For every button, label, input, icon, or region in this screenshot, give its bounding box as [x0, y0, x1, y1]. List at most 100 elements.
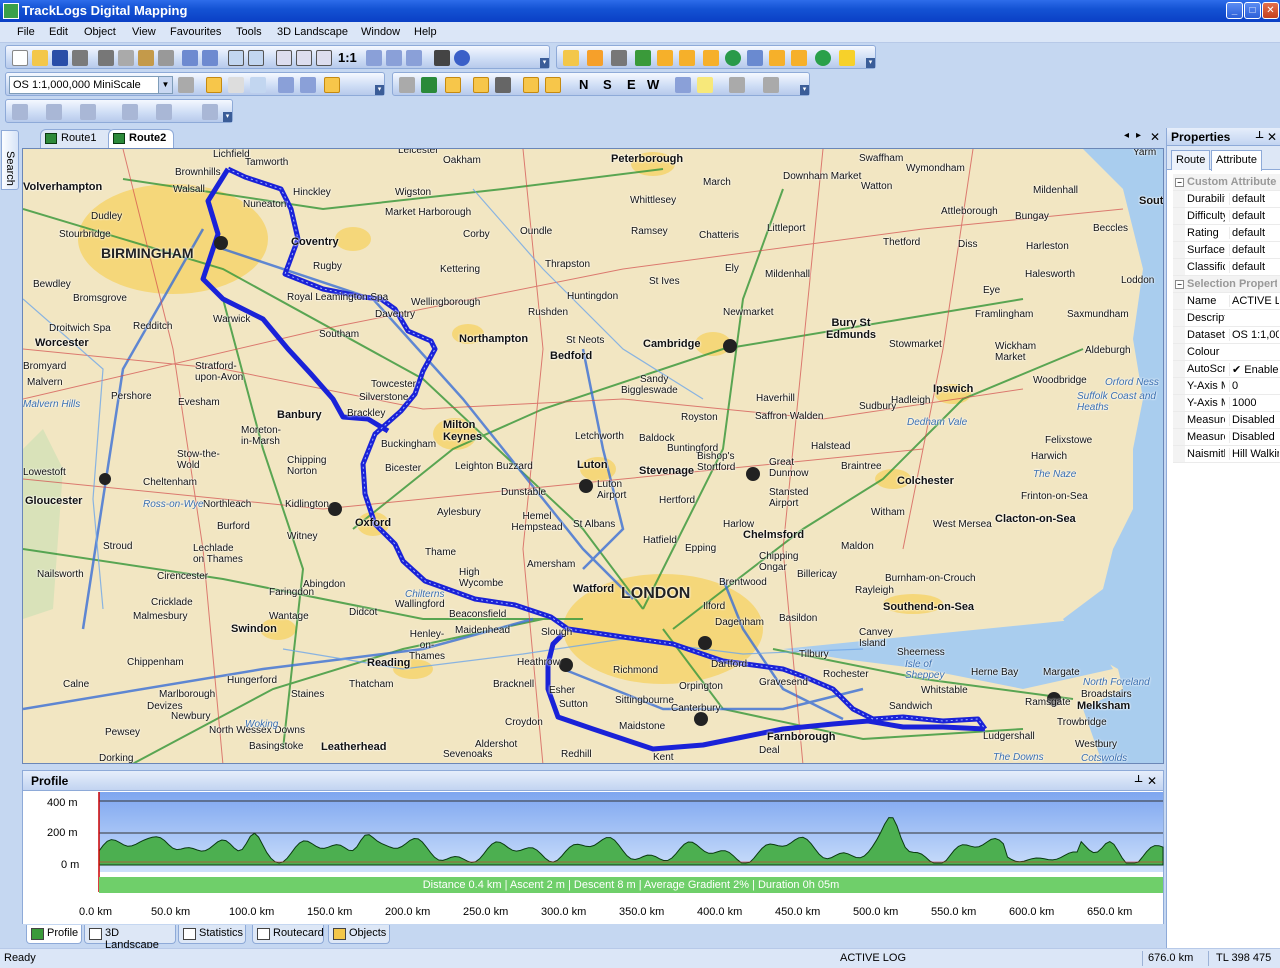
print-icon[interactable]: [72, 50, 88, 66]
tab-route1[interactable]: Route1: [40, 129, 114, 148]
chevron-down-icon[interactable]: ▼: [158, 77, 172, 93]
swap-icon[interactable]: [278, 77, 294, 93]
property-value[interactable]: 0: [1229, 380, 1279, 392]
toolbar-options-icon[interactable]: ▾: [866, 58, 875, 68]
property-value[interactable]: default: [1229, 261, 1279, 273]
next-icon[interactable]: [406, 50, 422, 66]
paste-icon[interactable]: [138, 50, 154, 66]
property-value[interactable]: 1000: [1229, 397, 1279, 409]
menu-edit[interactable]: Edit: [49, 26, 68, 38]
favourite-star-icon[interactable]: [839, 50, 855, 66]
west-button[interactable]: W: [647, 77, 659, 92]
property-row[interactable]: Colour: [1173, 344, 1280, 361]
maximize-button[interactable]: □: [1244, 2, 1261, 19]
brush-icon[interactable]: [46, 104, 62, 120]
dots-icon[interactable]: [545, 77, 561, 93]
camera-icon[interactable]: [473, 77, 489, 93]
waypoint-lock-icon[interactable]: [523, 77, 539, 93]
property-row[interactable]: Dataset OS 1:1,000,000: [1173, 327, 1280, 344]
collapse-icon[interactable]: −: [1175, 280, 1184, 289]
toolbar-options-icon[interactable]: ▾: [223, 112, 232, 122]
new-icon[interactable]: [12, 50, 28, 66]
tab-scroll-right-icon[interactable]: ▸: [1136, 130, 1141, 141]
close-icon[interactable]: ✕: [1147, 774, 1157, 788]
copy-icon[interactable]: [118, 50, 134, 66]
menu-help[interactable]: Help: [414, 26, 437, 38]
web-icon[interactable]: [815, 50, 831, 66]
toolbar-options-icon[interactable]: ▾: [540, 58, 549, 68]
property-value[interactable]: default: [1229, 227, 1279, 239]
zoom-in-icon[interactable]: [228, 50, 244, 66]
north-button[interactable]: N: [579, 77, 588, 92]
tab-3d-landscape[interactable]: 3D Landscape: [84, 925, 176, 951]
map-scale-select[interactable]: OS 1:1,000,000 MiniScale ▼: [9, 76, 173, 94]
save-icon[interactable]: [52, 50, 68, 66]
transfer-icon[interactable]: [791, 50, 807, 66]
property-value[interactable]: Disabled: [1229, 414, 1279, 426]
property-value[interactable]: default: [1229, 210, 1279, 222]
property-row[interactable]: Y-Axis Min 0: [1173, 378, 1280, 395]
tab-objects[interactable]: Objects: [328, 925, 390, 944]
lightbulb-icon[interactable]: [697, 77, 713, 93]
pin-icon[interactable]: ⊥: [1255, 130, 1264, 141]
property-row[interactable]: Surface default: [1173, 242, 1280, 259]
minimize-button[interactable]: _: [1226, 2, 1243, 19]
tab-attribute[interactable]: Attribute: [1211, 150, 1262, 171]
globe-icon[interactable]: [725, 50, 741, 66]
collapse-icon[interactable]: −: [1175, 178, 1184, 187]
tab-statistics[interactable]: Statistics: [178, 925, 246, 944]
tab-route[interactable]: Route: [1171, 150, 1211, 170]
tab-route2[interactable]: Route2: [108, 129, 174, 149]
property-row[interactable]: Measure Disabled: [1173, 412, 1280, 429]
tab-close-icon[interactable]: ✕: [1150, 130, 1160, 144]
marker-icon[interactable]: [156, 104, 172, 120]
shape-icon[interactable]: [202, 104, 218, 120]
elevation-icon[interactable]: [729, 77, 745, 93]
menu-object[interactable]: Object: [84, 26, 116, 38]
find-icon[interactable]: [703, 50, 719, 66]
property-row[interactable]: Measure Disabled: [1173, 429, 1280, 446]
fill-icon[interactable]: [122, 104, 138, 120]
property-row[interactable]: Difficulty default: [1173, 208, 1280, 225]
routecard-icon[interactable]: [657, 50, 673, 66]
landscape-icon[interactable]: [635, 50, 651, 66]
property-value[interactable]: ACTIVE LOG: [1229, 295, 1279, 307]
folder-icon[interactable]: [563, 50, 579, 66]
property-row[interactable]: Classification default: [1173, 259, 1280, 276]
stop-icon[interactable]: [386, 50, 402, 66]
zoom-select-icon[interactable]: [316, 50, 332, 66]
route-mode-icon[interactable]: [324, 77, 340, 93]
menu-favourites[interactable]: Favourites: [170, 26, 221, 38]
east-button[interactable]: E: [627, 77, 636, 92]
close-icon[interactable]: ✕: [1267, 130, 1277, 144]
layers-icon[interactable]: [679, 50, 695, 66]
menu-tools[interactable]: Tools: [236, 26, 262, 38]
3d-view-icon[interactable]: [421, 77, 437, 93]
property-value[interactable]: ✔ Enabled: [1229, 363, 1279, 376]
tab-routecard[interactable]: Routecard: [252, 925, 324, 944]
property-row[interactable]: AutoScroll ✔ Enabled: [1173, 361, 1280, 378]
delete-icon[interactable]: [158, 50, 174, 66]
previous-icon[interactable]: [366, 50, 382, 66]
tools-icon[interactable]: [611, 50, 627, 66]
2d-view-icon[interactable]: [399, 77, 415, 93]
property-value[interactable]: OS 1:1,000,000: [1229, 329, 1279, 341]
magnifier-icon[interactable]: [250, 77, 266, 93]
property-value[interactable]: default: [1229, 244, 1279, 256]
menu-view[interactable]: View: [132, 26, 156, 38]
settings-icon[interactable]: [747, 50, 763, 66]
property-row[interactable]: Rating default: [1173, 225, 1280, 242]
undo-icon[interactable]: [182, 50, 198, 66]
menu-file[interactable]: File: [17, 26, 35, 38]
property-row[interactable]: Description: [1173, 310, 1280, 327]
toolbar-options-icon[interactable]: ▾: [375, 85, 384, 95]
toolbar-options-icon[interactable]: ▾: [800, 85, 809, 95]
help-icon[interactable]: [454, 50, 470, 66]
select-arrow-icon[interactable]: [206, 77, 222, 93]
grid-icon[interactable]: [675, 77, 691, 93]
cut-icon[interactable]: [98, 50, 114, 66]
pan-hand-icon[interactable]: [228, 77, 244, 93]
property-row[interactable]: Durability default: [1173, 191, 1280, 208]
zoom-out-icon[interactable]: [248, 50, 264, 66]
south-button[interactable]: S: [603, 77, 612, 92]
